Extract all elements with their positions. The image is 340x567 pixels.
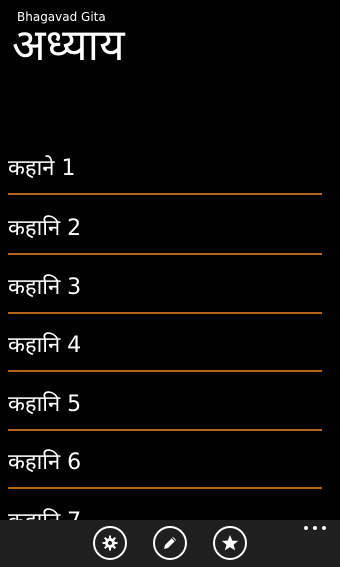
chapter-label: कहानि 4 — [8, 333, 82, 358]
chapter-item-7[interactable]: कहानि 7 — [8, 489, 322, 520]
chapter-list: कहाने 1 कहानि 2 कहानि 3 कहानि 4 कहानि 5 … — [0, 136, 340, 520]
favorite-button[interactable] — [213, 526, 247, 560]
page-title: अध्याय — [12, 20, 125, 71]
chapter-label: कहाने 1 — [8, 156, 76, 181]
chapter-item-3[interactable]: कहानि 3 — [8, 255, 322, 314]
chapter-item-4[interactable]: कहानि 4 — [8, 313, 322, 372]
chapter-label: कहानि 2 — [8, 216, 82, 241]
settings-button[interactable] — [93, 526, 127, 560]
chapter-item-1[interactable]: कहाने 1 — [8, 136, 322, 195]
chapter-label: कहानि 6 — [8, 450, 82, 475]
star-icon — [221, 535, 239, 551]
chapter-item-5[interactable]: कहानि 5 — [8, 372, 322, 431]
chapter-item-2[interactable]: कहानि 2 — [8, 196, 322, 255]
chapter-item-6[interactable]: कहानि 6 — [8, 430, 322, 489]
app-bar — [0, 520, 340, 567]
app-screen: Bhagavad Gita अध्याय कहाने 1 कहानि 2 कहा… — [0, 0, 340, 567]
chapter-label: कहानि 7 — [8, 508, 81, 520]
chapter-label: कहानि 3 — [8, 275, 82, 300]
chapter-label: कहानि 5 — [8, 392, 82, 417]
gear-icon — [102, 535, 118, 551]
edit-button[interactable] — [153, 526, 187, 560]
pencil-icon — [164, 537, 176, 549]
ellipsis-icon[interactable] — [304, 522, 326, 534]
